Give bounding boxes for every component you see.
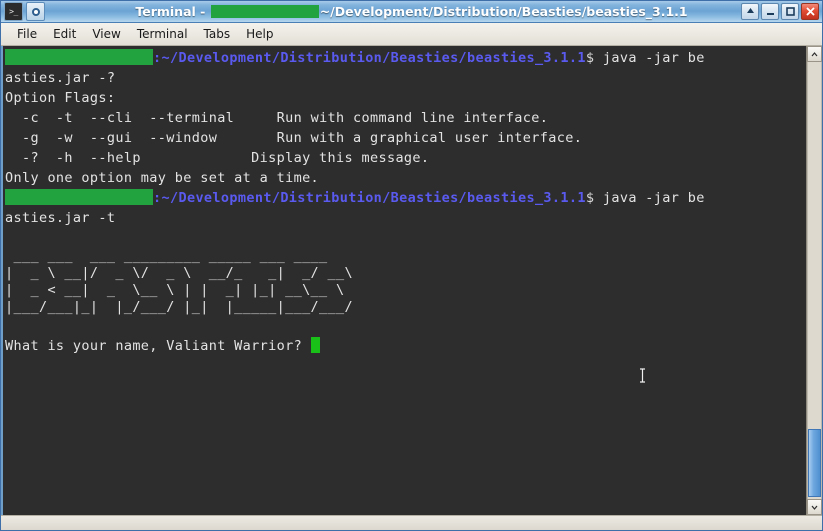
close-button[interactable] [801, 3, 819, 20]
minimize-button[interactable] [761, 3, 779, 20]
command-1-wrap: asties.jar -? [5, 70, 116, 86]
spacer-before-banner [5, 228, 806, 248]
banner-line-4: |___/___|_| |_/___/ |_| |_____|___/___/ [5, 299, 353, 315]
scrollbar-thumb[interactable] [808, 429, 821, 497]
option-flag-row-help-desc: Display this message. [251, 150, 430, 166]
menu-item-terminal[interactable]: Terminal [129, 25, 196, 43]
terminal-window: >_ Terminal - ~/Development/Distribution… [0, 0, 823, 531]
statusbar [1, 515, 822, 530]
menu-item-file[interactable]: File [9, 25, 45, 43]
option-flag-row-help: -? -h --help Display this message. [5, 148, 806, 168]
prompt-path-1: :~/Development/Distribution/Beasties/bea… [153, 50, 586, 66]
chevron-down-icon [811, 505, 818, 510]
command-1-part1: java -jar be [602, 50, 705, 66]
close-icon [806, 7, 814, 16]
menubar: File Edit View Terminal Tabs Help [1, 23, 822, 46]
scroll-up-button[interactable] [807, 46, 822, 62]
name-question-line: What is your name, Valiant Warrior? [5, 336, 806, 356]
terminal-app-icon[interactable]: >_ [4, 2, 23, 21]
option-flags-header: Option Flags: [5, 90, 116, 106]
prompt-line-2: :~/Development/Distribution/Beasties/bea… [5, 188, 806, 208]
option-flag-row-help-flags: -? -h --help [5, 150, 141, 166]
terminal-scrollbar[interactable] [806, 46, 822, 515]
redacted-user-host-title [210, 4, 319, 18]
window-controls [741, 3, 819, 20]
text-cursor [310, 337, 320, 353]
option-flag-row-gui-desc: Run with a graphical user interface. [276, 130, 583, 146]
menu-item-view[interactable]: View [84, 25, 128, 43]
chevron-up-icon [811, 51, 818, 56]
circle-icon [31, 7, 40, 16]
scrollbar-track[interactable] [807, 62, 822, 499]
mouse-ibeam-pointer [639, 368, 646, 383]
banner-line-3: | _ < __| _ \__ \ | | _| |_| __\__ \ [5, 282, 345, 298]
maximize-button[interactable] [781, 3, 799, 20]
menu-item-edit[interactable]: Edit [45, 25, 84, 43]
up-arrow-icon [746, 8, 754, 13]
spacer-after-banner [5, 316, 806, 336]
titlebar[interactable]: >_ Terminal - ~/Development/Distribution… [1, 1, 822, 23]
minimize-icon [766, 13, 774, 15]
shade-button[interactable] [741, 3, 759, 20]
menu-item-help[interactable]: Help [238, 25, 281, 43]
redacted-user-host-2 [5, 189, 153, 205]
window-menu-icon[interactable] [26, 2, 45, 21]
terminal-icon-glyph: >_ [9, 6, 18, 16]
prompt-sigil-1: $ [585, 50, 603, 66]
prompt-sigil-2: $ [585, 190, 603, 206]
option-flags-footer: Only one option may be set at a time. [5, 170, 320, 186]
prompt-path-2: :~/Development/Distribution/Beasties/bea… [153, 190, 586, 206]
window-title: Terminal - ~/Development/Distribution/Be… [1, 1, 822, 23]
window-title-prefix: Terminal - [135, 3, 210, 19]
terminal-screen[interactable]: :~/Development/Distribution/Beasties/bea… [3, 46, 806, 515]
ibeam-icon [640, 368, 645, 383]
banner-line-1: ___ ___ ___ _________ _____ ___ ____ [5, 248, 328, 264]
name-question-text: What is your name, Valiant Warrior? [5, 338, 311, 354]
option-flag-row-gui: -g -w --gui --window Run with a graphica… [5, 128, 806, 148]
option-flag-row-gui-pad [217, 130, 276, 146]
command-2-wrap: asties.jar -t [5, 210, 116, 226]
option-flag-row-cli: -c -t --cli --terminal Run with command … [5, 108, 806, 128]
option-flag-row-cli-pad [234, 110, 276, 126]
maximize-icon [785, 7, 795, 16]
terminal-area: :~/Development/Distribution/Beasties/bea… [1, 46, 822, 515]
option-flag-row-cli-flags: -c -t --cli --terminal [5, 110, 235, 126]
window-title-path: ~/Development/Distribution/Beasties/beas… [319, 3, 688, 19]
banner-line-2: | _ \ __|/ _ \/ _ \ __/_ _| _/ __\ [5, 265, 353, 281]
menu-item-tabs[interactable]: Tabs [196, 25, 239, 43]
option-flag-row-cli-desc: Run with command line interface. [276, 110, 549, 126]
prompt-line-1: :~/Development/Distribution/Beasties/bea… [5, 48, 806, 68]
option-flag-row-help-pad [141, 150, 251, 166]
redacted-user-host-1 [5, 49, 153, 65]
option-flag-row-gui-flags: -g -w --gui --window [5, 130, 218, 146]
scroll-down-button[interactable] [807, 499, 822, 515]
command-2-part1: java -jar be [602, 190, 705, 206]
